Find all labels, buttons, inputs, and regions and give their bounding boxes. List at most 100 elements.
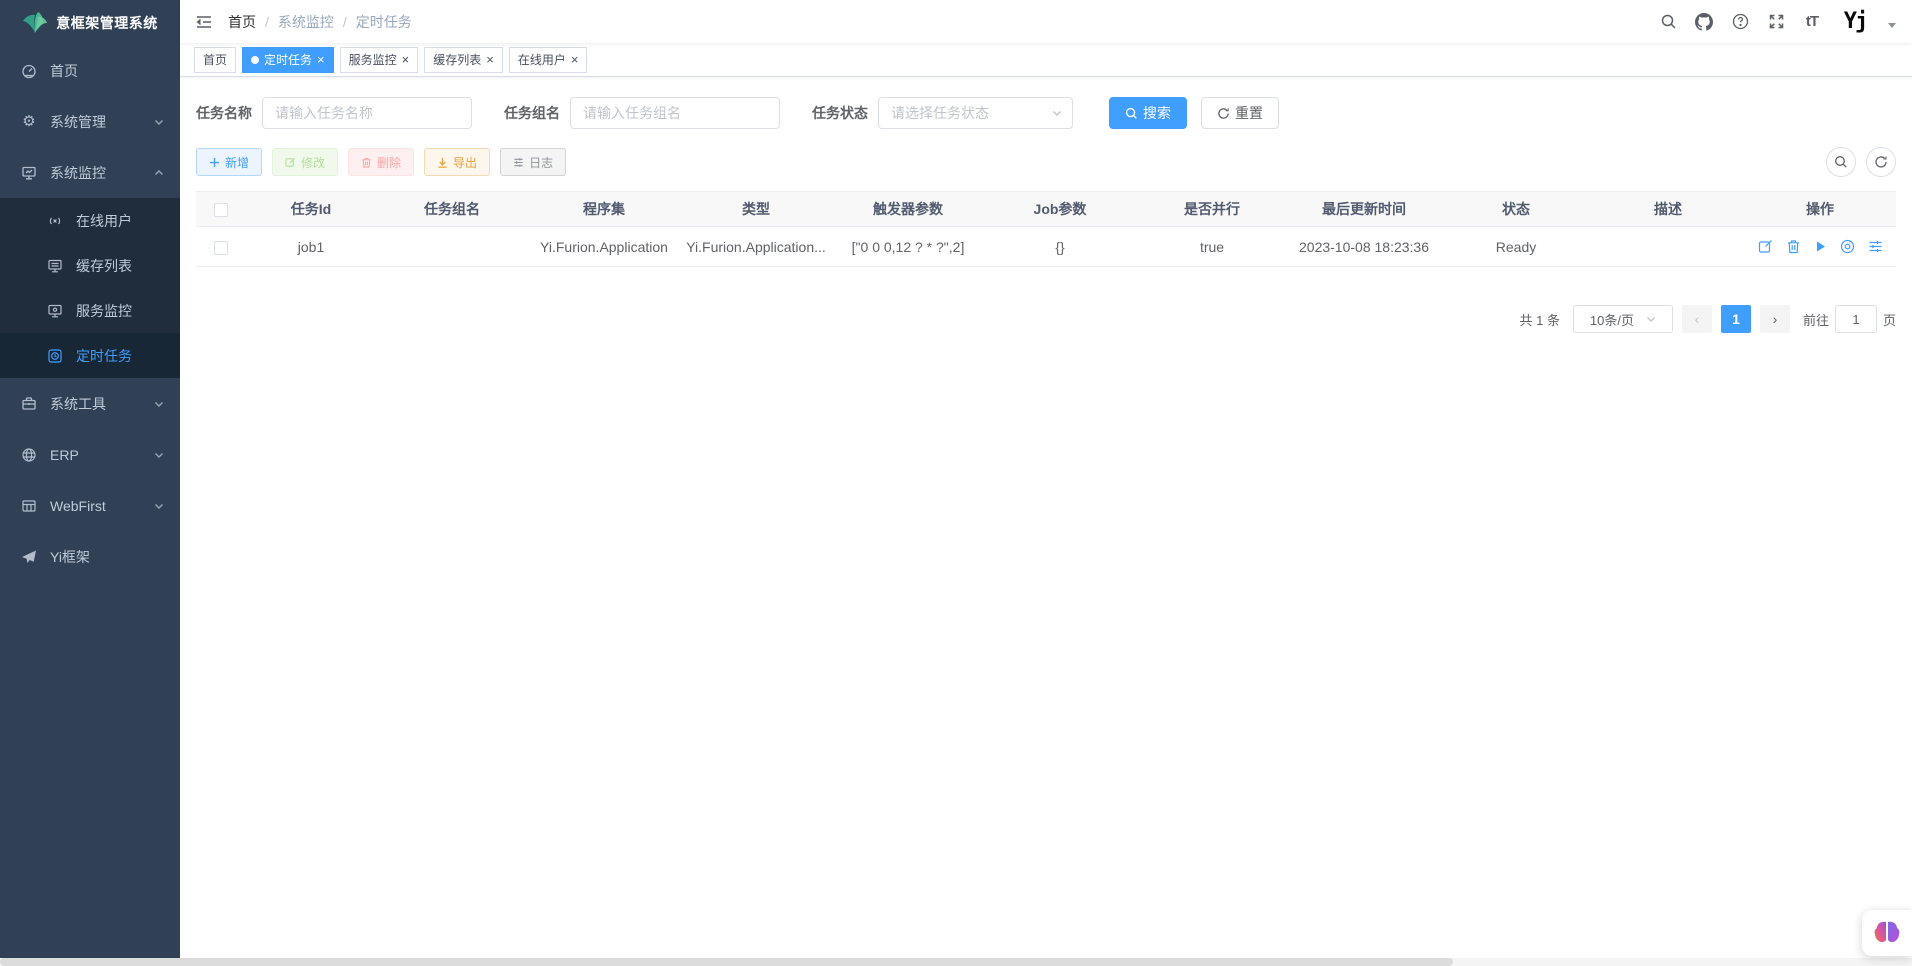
cell-status: Ready <box>1440 227 1592 267</box>
prev-page-button[interactable]: ‹ <box>1682 305 1712 333</box>
task-status-label: 任务状态 <box>812 103 868 123</box>
avatar[interactable]: Yj <box>1838 5 1872 39</box>
globe-icon <box>20 446 38 464</box>
task-name-input[interactable] <box>262 97 472 129</box>
tab-scheduled-tasks[interactable]: 定时任务 × <box>242 47 334 73</box>
column-last-updated: 最后更新时间 <box>1288 192 1440 227</box>
goto-page-input[interactable] <box>1835 305 1877 333</box>
task-status-select[interactable]: 请选择任务状态 <box>878 97 1073 129</box>
column-status: 状态 <box>1440 192 1592 227</box>
close-icon[interactable]: × <box>317 53 325 66</box>
task-group-field-group: 任务组名 <box>504 97 780 129</box>
download-icon <box>437 157 448 168</box>
brain-icon <box>1873 920 1901 946</box>
tags-view-bar: 首页 定时任务 × 服务监控 × 缓存列表 × 在线用户 × <box>180 43 1912 77</box>
run-icon[interactable] <box>1814 240 1827 253</box>
sidebar-item-online-users[interactable]: 在线用户 <box>0 198 180 243</box>
github-icon[interactable] <box>1694 12 1714 32</box>
select-all-checkbox[interactable] <box>214 203 228 217</box>
column-concurrent: 是否并行 <box>1136 192 1288 227</box>
tab-home[interactable]: 首页 <box>194 47 236 73</box>
fullscreen-icon[interactable] <box>1766 12 1786 32</box>
sidebar: 意框架管理系统 首页 ⚙ 系统管理 <box>0 0 180 966</box>
delete-icon[interactable] <box>1786 239 1801 254</box>
cache-list-icon <box>46 257 64 275</box>
search-button[interactable]: 搜索 <box>1109 97 1187 129</box>
table-refresh-button[interactable] <box>1866 147 1896 177</box>
edit-button-label: 修改 <box>301 154 325 171</box>
sidebar-item-label: 系统管理 <box>50 112 154 132</box>
sidebar-item-system-monitor[interactable]: 系统监控 <box>0 147 180 198</box>
page-size-select[interactable]: 10条/页 <box>1573 305 1673 333</box>
goto-label: 前往 <box>1803 310 1829 329</box>
search-form: 任务名称 任务组名 任务状态 请选择任务状态 <box>196 97 1896 129</box>
tab-online-users[interactable]: 在线用户 × <box>509 47 588 73</box>
page-number-1[interactable]: 1 <box>1721 305 1751 333</box>
close-icon[interactable]: × <box>571 53 579 66</box>
export-button[interactable]: 导出 <box>424 148 490 176</box>
close-icon[interactable]: × <box>486 53 494 66</box>
horizontal-scrollbar[interactable] <box>0 958 1912 966</box>
cell-group-name <box>376 227 528 267</box>
sidebar-item-label: Yi框架 <box>50 547 164 567</box>
add-button-label: 新增 <box>225 154 249 171</box>
sidebar-item-erp[interactable]: ERP <box>0 429 180 480</box>
sidebar-item-cache-list[interactable]: 缓存列表 <box>0 243 180 288</box>
chevron-down-icon <box>154 399 164 409</box>
scrollbar-thumb[interactable] <box>0 958 1453 966</box>
table-row[interactable]: job1 Yi.Furion.Application Yi.Furion.App… <box>196 227 1896 267</box>
app-title: 意框架管理系统 <box>56 13 158 33</box>
navbar-actions: tT Yj <box>1658 5 1912 39</box>
column-task-id: 任务Id <box>246 192 376 227</box>
tab-label: 服务监控 <box>349 51 397 68</box>
sidebar-item-server-monitor[interactable]: 服务监控 <box>0 288 180 333</box>
table-utility-buttons <box>1826 147 1896 177</box>
gear-icon: ⚙ <box>20 113 38 131</box>
browser-extension-button[interactable] <box>1862 910 1912 956</box>
main-area: 首页 / 系统监控 / 定时任务 <box>180 0 1912 966</box>
sidebar-item-label: WebFirst <box>50 498 154 514</box>
edit-button[interactable]: 修改 <box>272 148 338 176</box>
cell-concurrent: true <box>1136 227 1288 267</box>
tab-server-monitor[interactable]: 服务监控 × <box>340 47 419 73</box>
add-button[interactable]: 新增 <box>196 148 262 176</box>
app-logo[interactable]: 意框架管理系统 <box>0 0 180 45</box>
sidebar-item-webfirst[interactable]: WebFirst <box>0 480 180 531</box>
next-page-button[interactable]: › <box>1760 305 1790 333</box>
sidebar-collapse-button[interactable] <box>180 0 228 43</box>
font-size-icon[interactable]: tT <box>1802 12 1822 32</box>
table-search-toggle-button[interactable] <box>1826 147 1856 177</box>
search-button-label: 搜索 <box>1143 103 1171 123</box>
cell-job-args: {} <box>984 227 1136 267</box>
row-checkbox[interactable] <box>214 241 228 255</box>
operation-icon[interactable] <box>1868 239 1883 254</box>
column-description: 描述 <box>1592 192 1744 227</box>
sidebar-item-label: 系统工具 <box>50 394 154 414</box>
cell-last-updated: 2023-10-08 18:23:36 <box>1288 227 1440 267</box>
close-icon[interactable]: × <box>402 53 410 66</box>
breadcrumb-home[interactable]: 首页 <box>228 12 256 32</box>
delete-button[interactable]: 删除 <box>348 148 414 176</box>
chevron-down-icon <box>154 117 164 127</box>
caret-down-icon[interactable] <box>1888 23 1896 28</box>
sidebar-item-system-tools[interactable]: 系统工具 <box>0 378 180 429</box>
server-monitor-icon <box>46 302 64 320</box>
task-group-input[interactable] <box>570 97 780 129</box>
chevron-up-icon <box>154 168 164 178</box>
sidebar-item-yi-framework[interactable]: Yi框架 <box>0 531 180 582</box>
sidebar-item-scheduled-tasks[interactable]: 定时任务 <box>0 333 180 378</box>
app-window: 意框架管理系统 首页 ⚙ 系统管理 <box>0 0 1912 966</box>
sidebar-menu: 首页 ⚙ 系统管理 系统监控 <box>0 45 180 966</box>
edit-icon[interactable] <box>1758 239 1773 254</box>
help-icon[interactable] <box>1730 12 1750 32</box>
search-icon[interactable] <box>1658 12 1678 32</box>
sidebar-item-system-mgmt[interactable]: ⚙ 系统管理 <box>0 96 180 147</box>
cell-description <box>1592 227 1744 267</box>
log-button[interactable]: 日志 <box>500 148 566 176</box>
toolbox-icon <box>20 395 38 413</box>
refresh-icon <box>1217 107 1230 120</box>
sidebar-item-home[interactable]: 首页 <box>0 45 180 96</box>
view-icon[interactable] <box>1840 239 1855 254</box>
reset-button[interactable]: 重置 <box>1201 97 1279 129</box>
tab-cache-list[interactable]: 缓存列表 × <box>424 47 503 73</box>
